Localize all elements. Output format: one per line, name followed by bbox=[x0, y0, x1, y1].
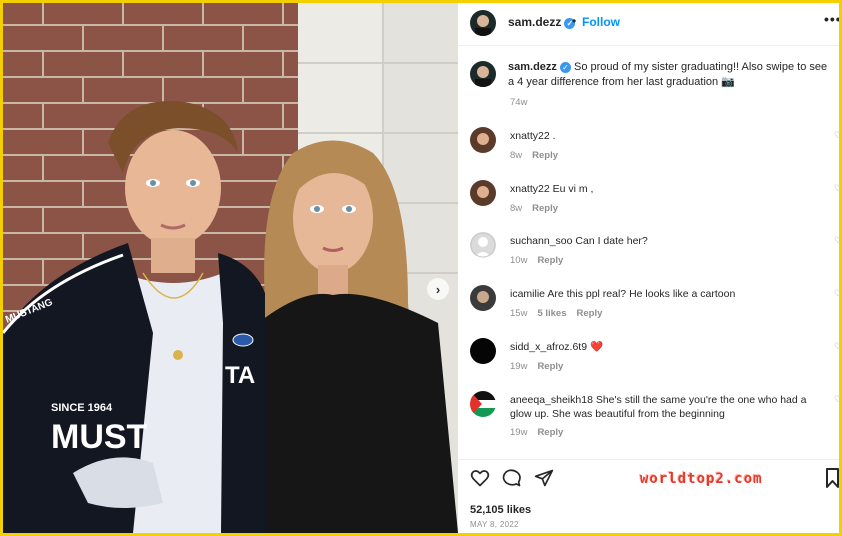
follow-button[interactable]: Follow bbox=[582, 15, 620, 29]
bookmark-icon[interactable] bbox=[826, 468, 839, 493]
commenter-avatar[interactable] bbox=[470, 180, 496, 206]
author-username-text: sam.dezz bbox=[508, 15, 562, 29]
comment-username[interactable]: icamilie bbox=[510, 288, 545, 300]
comment-time: 19w bbox=[510, 427, 528, 438]
jacket-text-since: SINCE 1964 bbox=[51, 402, 113, 414]
reply-button[interactable]: Reply bbox=[537, 361, 563, 372]
author-username[interactable]: sam.dezz ✓ bbox=[508, 15, 576, 29]
comment-time: 8w bbox=[510, 150, 523, 161]
caption-avatar-image bbox=[470, 61, 496, 87]
jacket-text-must: MUST bbox=[51, 418, 148, 456]
jacket-text-ta: TA bbox=[225, 362, 255, 389]
comment-like-heart-icon[interactable]: ♡ bbox=[834, 394, 839, 405]
comment-like-heart-icon[interactable]: ♡ bbox=[834, 130, 839, 141]
post-header: sam.dezz✓ • Follow ••• bbox=[458, 3, 839, 46]
author-avatar-image bbox=[470, 10, 496, 36]
palestine-flag-icon bbox=[470, 391, 496, 417]
comment-text: icamilie Are this ppl real? He looks lik… bbox=[510, 287, 810, 301]
share-icon[interactable] bbox=[534, 468, 554, 493]
comment-meta: 8w Reply bbox=[510, 203, 558, 214]
comment-like-heart-icon[interactable]: ♡ bbox=[834, 288, 839, 299]
comment-time: 15w bbox=[510, 308, 528, 319]
commenter-avatar[interactable] bbox=[470, 391, 496, 417]
likes-count[interactable]: 52,105 likes bbox=[470, 504, 531, 516]
verified-icon: ✓ bbox=[559, 62, 571, 73]
post-date: MAY 8, 2022 bbox=[470, 520, 519, 529]
caption-avatar[interactable] bbox=[470, 61, 496, 87]
commenter-avatar[interactable] bbox=[470, 338, 496, 364]
comment-meta: 19w Reply bbox=[510, 361, 563, 372]
comment-item: aneeqa_sheikh18 She's still the same you… bbox=[458, 391, 839, 451]
author-avatar[interactable] bbox=[470, 10, 496, 36]
comment-time: 8w bbox=[510, 203, 523, 214]
commenter-avatar-image bbox=[470, 180, 496, 206]
comment-time: 10w bbox=[510, 255, 528, 266]
comment-item: suchann_soo Can I date her? 10w Reply ♡ bbox=[458, 232, 839, 282]
reply-button[interactable]: Reply bbox=[532, 203, 558, 214]
commenter-avatar[interactable] bbox=[470, 285, 496, 311]
comment-body: Can I date her? bbox=[575, 235, 648, 247]
heart-emoji-icon: ❤️ bbox=[589, 341, 604, 353]
comment-time: 19w bbox=[510, 361, 528, 372]
reply-button[interactable]: Reply bbox=[537, 255, 563, 266]
comment-icon-glyph bbox=[502, 469, 521, 487]
comment-meta: 10w Reply bbox=[510, 255, 563, 266]
comment-body: . bbox=[552, 130, 556, 142]
post-caption: sam.dezz ✓ So proud of my sister graduati… bbox=[508, 60, 833, 90]
commenter-avatar-image bbox=[470, 127, 496, 153]
chevron-right-icon: › bbox=[435, 281, 441, 297]
reply-button[interactable]: Reply bbox=[532, 150, 558, 161]
photo-illustration: SINCE 1964 MUST MUSTANG TA bbox=[3, 3, 458, 533]
comment-text: suchann_soo Can I date her? bbox=[510, 234, 810, 248]
commenter-avatar-image bbox=[470, 285, 496, 311]
comment-text: xnatty22 Eu vi m , bbox=[510, 182, 810, 196]
caption-time: 74w bbox=[510, 97, 528, 108]
post-actions-bar: worldtop2.com 52,105 likes MAY 8, 2022 bbox=[458, 459, 839, 533]
separator-dot: • bbox=[572, 14, 577, 28]
comment-like-heart-icon[interactable]: ♡ bbox=[834, 183, 839, 194]
comment-item: xnatty22 Eu vi m , 8w Reply ♡ bbox=[458, 180, 839, 230]
comment-text: aneeqa_sheikh18 She's still the same you… bbox=[510, 393, 810, 421]
comment-item: xnatty22 . 8w Reply ♡ bbox=[458, 127, 839, 177]
comment-body: Are this ppl real? He looks like a carto… bbox=[547, 288, 736, 300]
default-avatar-icon bbox=[470, 232, 496, 258]
caption-username[interactable]: sam.dezz bbox=[508, 61, 557, 73]
comment-meta: 19w Reply bbox=[510, 427, 563, 438]
comment-item: sidd_x_afroz.6t9 ❤️ 19w Reply ♡ bbox=[458, 338, 839, 388]
carousel-next-button[interactable]: › bbox=[427, 278, 449, 300]
reply-button[interactable]: Reply bbox=[577, 308, 603, 319]
post-photo[interactable]: SINCE 1964 MUST MUSTANG TA › bbox=[3, 3, 458, 533]
comment-likes-count[interactable]: 5 likes bbox=[537, 308, 566, 319]
commenter-avatar[interactable] bbox=[470, 232, 496, 258]
reply-button[interactable]: Reply bbox=[537, 427, 563, 438]
comment-username[interactable]: xnatty22 bbox=[510, 130, 550, 142]
comment-icon[interactable] bbox=[502, 468, 522, 493]
comment-text: xnatty22 . bbox=[510, 129, 810, 143]
heart-icon-glyph bbox=[470, 470, 490, 487]
more-options-icon[interactable]: ••• bbox=[824, 11, 839, 27]
comment-username[interactable]: suchann_soo bbox=[510, 235, 572, 247]
comment-like-heart-icon[interactable]: ♡ bbox=[834, 235, 839, 246]
share-icon-glyph bbox=[534, 469, 554, 487]
comment-like-heart-icon[interactable]: ♡ bbox=[834, 341, 839, 352]
commenter-avatar-image bbox=[470, 338, 496, 364]
post-side-panel: sam.dezz✓ • Follow ••• sam.dezz✓ So prou… bbox=[458, 3, 839, 533]
watermark-text: worldtop2.com bbox=[640, 471, 763, 487]
comment-item: icamilie Are this ppl real? He looks lik… bbox=[458, 285, 839, 335]
comment-username[interactable]: xnatty22 bbox=[510, 183, 550, 195]
comment-username[interactable]: aneeqa_sheikh18 bbox=[510, 394, 593, 406]
comment-meta: 15w 5 likes Reply bbox=[510, 308, 602, 319]
comment-meta: 8w Reply bbox=[510, 150, 558, 161]
comment-body: Eu vi m , bbox=[552, 183, 594, 195]
post-modal: SINCE 1964 MUST MUSTANG TA › sam.dezz ✓ •… bbox=[3, 3, 839, 533]
comment-username[interactable]: sidd_x_afroz.6t9 bbox=[510, 341, 587, 353]
heart-icon[interactable] bbox=[470, 468, 490, 493]
commenter-avatar[interactable] bbox=[470, 127, 496, 153]
bookmark-icon-glyph bbox=[826, 468, 839, 488]
comment-text: sidd_x_afroz.6t9 ❤️ bbox=[510, 340, 810, 354]
